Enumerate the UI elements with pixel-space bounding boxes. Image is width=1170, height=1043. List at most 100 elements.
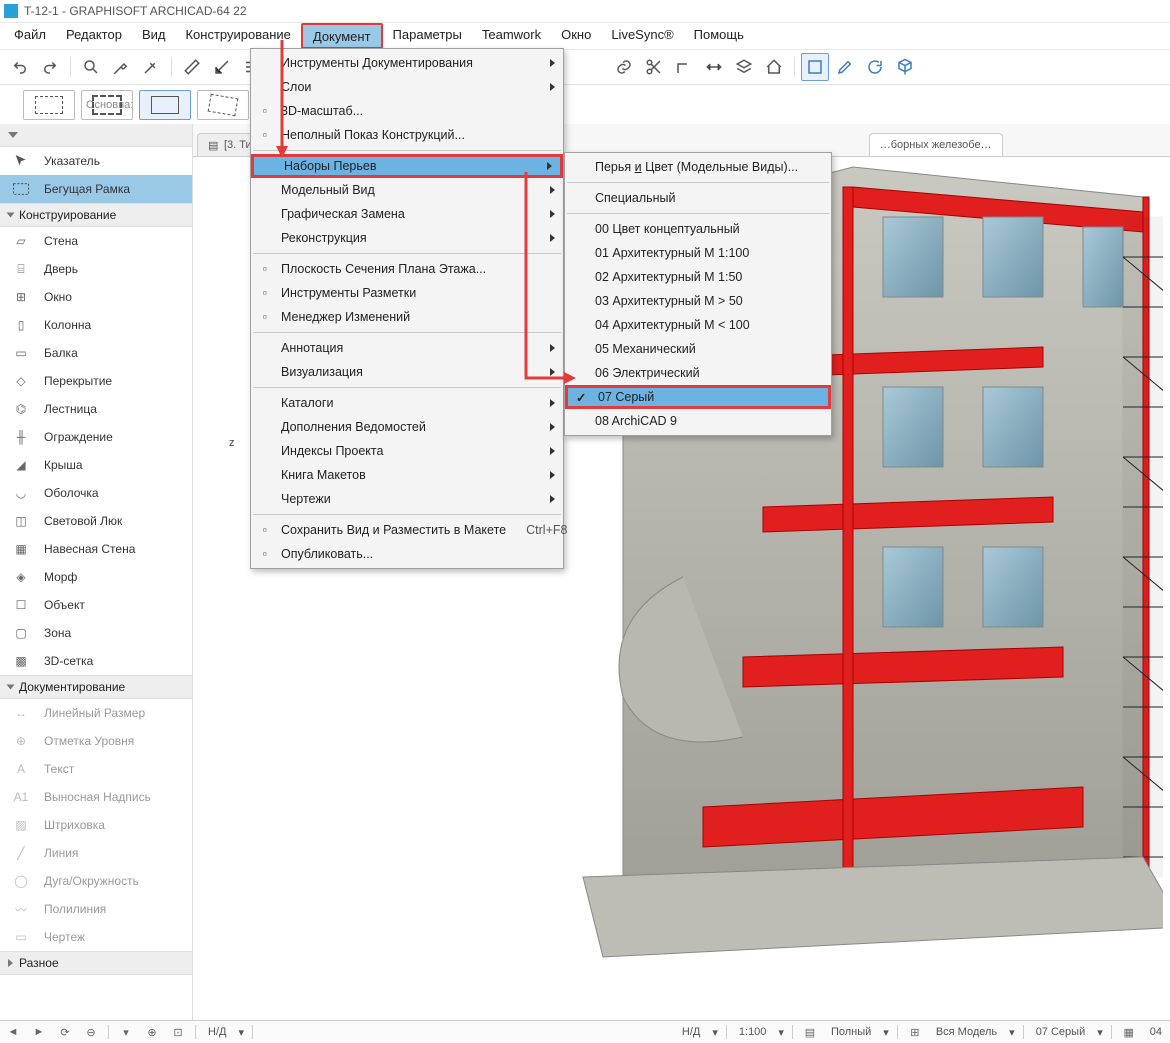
menu-livesync[interactable]: LiveSync® xyxy=(601,23,683,49)
tool-text[interactable]: AТекст xyxy=(0,755,192,783)
document-menu-item-18[interactable]: ▫Сохранить Вид и Разместить в МакетеCtrl… xyxy=(251,518,563,542)
tool-arc[interactable]: ◯Дуга/Окружность xyxy=(0,867,192,895)
pensets-item-7[interactable]: 05 Механический xyxy=(565,337,831,361)
document-menu-item-19[interactable]: ▫Опубликовать... xyxy=(251,542,563,566)
tool-window[interactable]: ⊞Окно xyxy=(0,283,192,311)
tool-drawing[interactable]: ▭Чертеж xyxy=(0,923,192,951)
tool-wall[interactable]: ▱Стена xyxy=(0,227,192,255)
marquee-mode-1[interactable] xyxy=(23,90,75,120)
document-menu-item-6[interactable]: Графическая Замена xyxy=(251,202,563,226)
menu-teamwork[interactable]: Teamwork xyxy=(472,23,551,49)
document-menu-item-8[interactable]: ▫Плоскость Сечения Плана Этажа... xyxy=(251,257,563,281)
document-menu-item-1[interactable]: Слои xyxy=(251,75,563,99)
tool-fill[interactable]: ▨Штриховка xyxy=(0,811,192,839)
tool-stair[interactable]: ⌬Лестница xyxy=(0,395,192,423)
model-icon[interactable]: ⊞ xyxy=(906,1023,924,1041)
tool-pointer[interactable]: Указатель xyxy=(0,147,192,175)
status-model[interactable]: Вся Модель xyxy=(932,1026,1001,1038)
corner-icon[interactable] xyxy=(670,53,698,81)
grid-icon[interactable]: ▦ xyxy=(1120,1023,1138,1041)
status-nd2[interactable]: Н/Д xyxy=(678,1026,704,1038)
menu-editor[interactable]: Редактор xyxy=(56,23,132,49)
stretch-icon[interactable] xyxy=(700,53,728,81)
marquee-mode-4[interactable] xyxy=(197,90,249,120)
document-menu-item-14[interactable]: Дополнения Ведомостей xyxy=(251,415,563,439)
tool-level[interactable]: ⊕Отметка Уровня xyxy=(0,727,192,755)
tool-label[interactable]: A1Выносная Надпись xyxy=(0,783,192,811)
pensets-item-3[interactable]: 01 Архитектурный М 1:100 xyxy=(565,241,831,265)
menu-view[interactable]: Вид xyxy=(132,23,176,49)
document-menu-item-15[interactable]: Индексы Проекта xyxy=(251,439,563,463)
history-back-icon[interactable]: ◄ xyxy=(4,1023,22,1041)
tool-polyline[interactable]: 〰Полилиния xyxy=(0,895,192,923)
tool-object[interactable]: ☐Объект xyxy=(0,591,192,619)
marquee-mode-2[interactable] xyxy=(81,90,133,120)
document-menu-item-9[interactable]: ▫Инструменты Разметки xyxy=(251,281,563,305)
tool-zone[interactable]: ▢Зона xyxy=(0,619,192,647)
zone-icon[interactable] xyxy=(801,53,829,81)
status-penset[interactable]: 07 Серый xyxy=(1032,1026,1090,1038)
status-scale[interactable]: 1:100 xyxy=(735,1026,771,1038)
tool-beam[interactable]: ▭Балка xyxy=(0,339,192,367)
zoom-out-icon[interactable]: ⊖ xyxy=(82,1023,100,1041)
menu-design[interactable]: Конструирование xyxy=(175,23,300,49)
pensets-item-1[interactable]: Специальный xyxy=(565,186,831,210)
document-menu-item-12[interactable]: Визуализация xyxy=(251,360,563,384)
tool-column[interactable]: ▯Колонна xyxy=(0,311,192,339)
document-menu-item-10[interactable]: ▫Менеджер Изменений xyxy=(251,305,563,329)
home-icon[interactable] xyxy=(760,53,788,81)
status-full[interactable]: Полный xyxy=(827,1026,875,1038)
marquee-mode-3[interactable] xyxy=(139,90,191,120)
document-menu-item-0[interactable]: Инструменты Документирования xyxy=(251,51,563,75)
ruler-icon[interactable] xyxy=(178,53,206,81)
cube-icon[interactable] xyxy=(891,53,919,81)
section-misc[interactable]: Разное xyxy=(0,951,192,975)
menu-help[interactable]: Помощь xyxy=(684,23,754,49)
tool-marquee[interactable]: Бегущая Рамка xyxy=(0,175,192,203)
tool-morph[interactable]: ◈Морф xyxy=(0,563,192,591)
pensets-item-0[interactable]: Перья и Цвет (Модельные Виды)... xyxy=(565,155,831,179)
document-menu-item-17[interactable]: Чертежи xyxy=(251,487,563,511)
menu-file[interactable]: Файл xyxy=(4,23,56,49)
document-menu-item-4[interactable]: Наборы Перьев xyxy=(251,154,563,178)
status-orientation[interactable]: Н/Д xyxy=(204,1026,230,1038)
document-menu-item-2[interactable]: ▫3D-масштаб... xyxy=(251,99,563,123)
tool-shell[interactable]: ◡Оболочка xyxy=(0,479,192,507)
menu-window[interactable]: Окно xyxy=(551,23,601,49)
edit-icon[interactable] xyxy=(831,53,859,81)
zoom-refresh-icon[interactable]: ⟳ xyxy=(56,1023,74,1041)
tool-door[interactable]: ⌸Дверь xyxy=(0,255,192,283)
pensets-item-2[interactable]: 00 Цвет концептуальный xyxy=(565,217,831,241)
menu-options[interactable]: Параметры xyxy=(383,23,472,49)
tool-slab[interactable]: ◇Перекрытие xyxy=(0,367,192,395)
redo-icon[interactable] xyxy=(36,53,64,81)
document-menu-item-5[interactable]: Модельный Вид xyxy=(251,178,563,202)
section-document[interactable]: Документирование xyxy=(0,675,192,699)
tool-dimension[interactable]: ↔Линейный Размер xyxy=(0,699,192,727)
document-menu-item-13[interactable]: Каталоги xyxy=(251,391,563,415)
section-design[interactable]: Конструирование xyxy=(0,203,192,227)
search-icon[interactable] xyxy=(77,53,105,81)
pensets-item-5[interactable]: 03 Архитектурный М > 50 xyxy=(565,289,831,313)
pensets-item-9[interactable]: ✓07 Серый xyxy=(565,385,831,409)
document-menu-item-7[interactable]: Реконструкция xyxy=(251,226,563,250)
tool-railing[interactable]: ╫Ограждение xyxy=(0,423,192,451)
zoom-percent-icon[interactable]: ▾ xyxy=(117,1023,135,1041)
undo-icon[interactable] xyxy=(6,53,34,81)
pensets-item-6[interactable]: 04 Архитектурный М < 100 xyxy=(565,313,831,337)
syringe-icon[interactable] xyxy=(137,53,165,81)
pensets-item-10[interactable]: 08 ArchiCAD 9 xyxy=(565,409,831,433)
zoom-fit-icon[interactable]: ⊡ xyxy=(169,1023,187,1041)
history-fwd-icon[interactable]: ► xyxy=(30,1023,48,1041)
tool-skylight[interactable]: ◫Световой Люк xyxy=(0,507,192,535)
document-menu-item-3[interactable]: ▫Неполный Показ Конструкций... xyxy=(251,123,563,147)
section-icon[interactable]: ▤ xyxy=(801,1023,819,1041)
document-menu-item-11[interactable]: Аннотация xyxy=(251,336,563,360)
tool-curtainwall[interactable]: ▦Навесная Стена xyxy=(0,535,192,563)
pensets-item-4[interactable]: 02 Архитектурный М 1:50 xyxy=(565,265,831,289)
scissors-icon[interactable] xyxy=(640,53,668,81)
pensets-item-8[interactable]: 06 Электрический xyxy=(565,361,831,385)
eyedropper-icon[interactable] xyxy=(107,53,135,81)
toolbox-header[interactable] xyxy=(0,124,192,147)
measure-icon[interactable] xyxy=(208,53,236,81)
